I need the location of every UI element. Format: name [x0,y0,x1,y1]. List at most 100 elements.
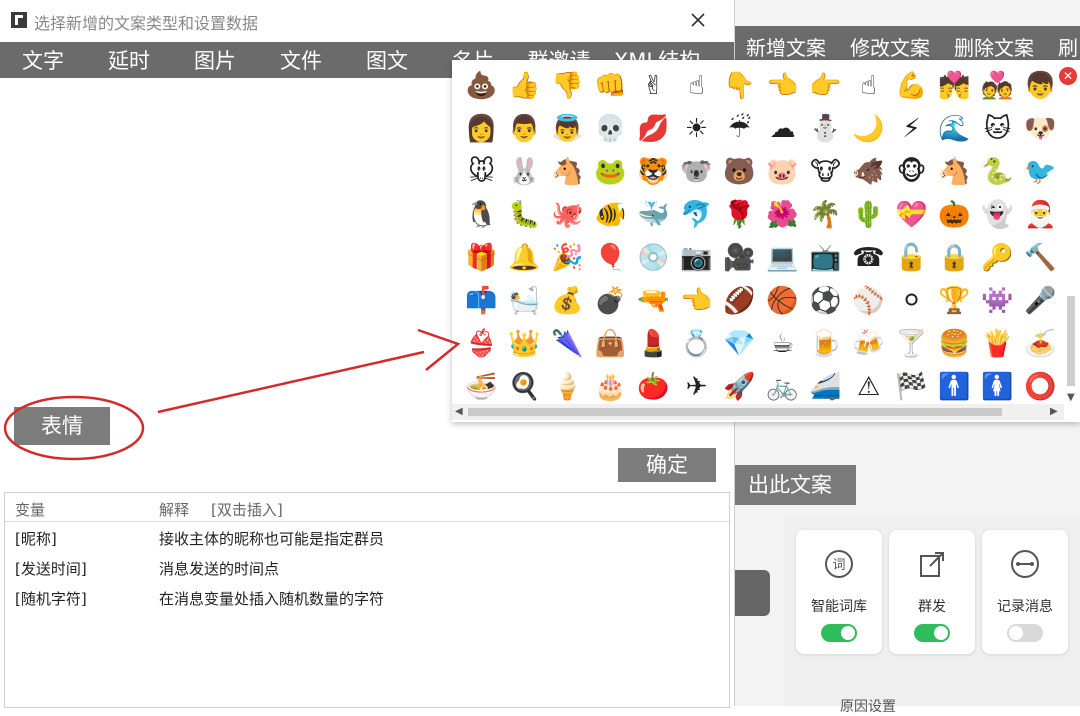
emoji-item[interactable]: ⚠ [847,365,890,408]
emoji-item[interactable]: ⚡ [890,107,933,150]
emoji-item[interactable]: 🌵 [847,193,890,236]
emoji-item[interactable]: 🌹 [718,193,761,236]
table-row[interactable]: [昵称] 接收主体的昵称也可能是指定群员 [5,522,729,552]
emoji-item[interactable]: ⭕ [1019,365,1062,408]
emoji-item[interactable]: 🌺 [761,193,804,236]
horizontal-scroll-thumb[interactable] [468,408,1002,416]
emoji-item[interactable]: ⚪ [890,279,933,322]
smart-lexicon-toggle[interactable] [821,624,857,642]
emoji-item[interactable]: 🍝 [1019,322,1062,365]
emoji-item[interactable]: 🔓 [890,236,933,279]
emoji-item[interactable]: 🐵 [890,150,933,193]
emoji-item[interactable]: 💑 [976,64,1019,107]
emoji-item[interactable]: 👉 [804,64,847,107]
emoji-item[interactable]: 👈 [675,279,718,322]
emoji-item[interactable]: 🐦 [1019,150,1062,193]
export-copy-button[interactable]: 出此文案 [724,465,856,505]
emoji-item[interactable]: 👑 [503,322,546,365]
emoji-item[interactable]: 🍅 [632,365,675,408]
emoji-item[interactable]: 🐴 [546,150,589,193]
tab-delay[interactable]: 延时 [86,45,172,75]
emoji-item[interactable]: 🍺 [804,322,847,365]
emoji-item[interactable]: 🐧 [460,193,503,236]
emoji-item[interactable]: 🍟 [976,322,1019,365]
emoji-item[interactable]: 🔒 [933,236,976,279]
emoji-item[interactable]: 🐸 [589,150,632,193]
emoji-item[interactable]: 💀 [589,107,632,150]
emoji-item[interactable]: 🏈 [718,279,761,322]
emoji-item[interactable]: 📫 [460,279,503,322]
emoji-item[interactable]: 🐻 [718,150,761,193]
emoji-item[interactable]: 🎃 [933,193,976,236]
emoji-item[interactable]: 💝 [890,193,933,236]
emoji-item[interactable]: 👾 [976,279,1019,322]
emoji-item[interactable]: ⛄ [804,107,847,150]
send-button[interactable] [734,570,770,616]
tab-text[interactable]: 文字 [0,45,86,75]
emoji-item[interactable]: 💋 [632,107,675,150]
delete-copy-button[interactable]: 删除文案 [942,32,1046,61]
refresh-button[interactable]: 刷 [1046,32,1080,61]
mass-send-toggle[interactable] [914,624,950,642]
emoji-item[interactable]: 💰 [546,279,589,322]
scroll-right-icon[interactable]: ▶ [1050,406,1058,417]
close-icon[interactable] [684,6,712,34]
emoji-item[interactable]: 🍜 [460,365,503,408]
emoji-item[interactable]: 🐗 [847,150,890,193]
emoji-item[interactable]: 💿 [632,236,675,279]
add-copy-button[interactable]: 新增文案 [734,32,838,61]
emoji-item[interactable]: ⚾ [847,279,890,322]
emoji-item[interactable]: 🐭 [460,150,503,193]
edit-copy-button[interactable]: 修改文案 [838,32,942,61]
emoji-item[interactable]: 🌊 [933,107,976,150]
emoji-item[interactable]: 👜 [589,322,632,365]
emoji-item[interactable]: 💩 [460,64,503,107]
emoji-item[interactable]: 🌴 [804,193,847,236]
emoji-item[interactable]: 👨 [503,107,546,150]
emoji-item[interactable]: ☁ [761,107,804,150]
scroll-left-icon[interactable]: ◀ [455,406,463,417]
emoji-item[interactable]: 🐠 [589,193,632,236]
emoji-item[interactable]: 👙 [460,322,503,365]
vertical-scrollbar[interactable]: ▼ [1064,90,1078,403]
emoji-item[interactable]: 👇 [718,64,761,107]
emoji-item[interactable]: 👈 [761,64,804,107]
emoji-item[interactable]: 💄 [632,322,675,365]
emoji-item[interactable]: 🐳 [632,193,675,236]
emoji-item[interactable]: 🎂 [589,365,632,408]
emoji-item[interactable]: ✈ [675,365,718,408]
emoji-item[interactable]: 🐯 [632,150,675,193]
emoji-item[interactable]: 🚹 [933,365,976,408]
emoji-item[interactable]: 🐱 [976,107,1019,150]
tab-file[interactable]: 文件 [258,45,344,75]
emoji-item[interactable]: ✌ [632,64,675,107]
emoji-item[interactable]: 🏆 [933,279,976,322]
emoji-item[interactable]: 💪 [890,64,933,107]
emoji-item[interactable]: 🍦 [546,365,589,408]
emoji-item[interactable]: 🏁 [890,365,933,408]
emoji-item[interactable]: ☝ [675,64,718,107]
emoji-item[interactable]: 🍻 [847,322,890,365]
emoji-item[interactable]: 🐬 [675,193,718,236]
emoji-item[interactable]: 💍 [675,322,718,365]
vertical-scroll-thumb[interactable] [1067,296,1075,386]
emoji-item[interactable]: 🍔 [933,322,976,365]
feature-card-smart-lexicon[interactable]: 词 智能词库 [796,530,882,654]
emoji-item[interactable]: 🐷 [761,150,804,193]
emoji-item[interactable]: 🐶 [1019,107,1062,150]
emoji-item[interactable]: 🐴 [933,150,976,193]
emoji-item[interactable]: 🛀 [503,279,546,322]
emoji-item[interactable]: 👼 [546,107,589,150]
feature-card-mass-send[interactable]: 群发 [889,530,975,654]
emoji-item[interactable]: 🔫 [632,279,675,322]
emoji-item[interactable]: 👎 [546,64,589,107]
emoji-item[interactable]: 🎈 [589,236,632,279]
table-row[interactable]: [发送时间] 消息发送的时间点 [5,552,729,582]
emoji-item[interactable]: 🚀 [718,365,761,408]
emoji-button[interactable]: 表情 [14,407,110,445]
emoji-item[interactable]: 💏 [933,64,976,107]
emoji-item[interactable]: 📺 [804,236,847,279]
emoji-item[interactable]: 👊 [589,64,632,107]
emoji-item[interactable]: 🍳 [503,365,546,408]
emoji-item[interactable]: 💻 [761,236,804,279]
